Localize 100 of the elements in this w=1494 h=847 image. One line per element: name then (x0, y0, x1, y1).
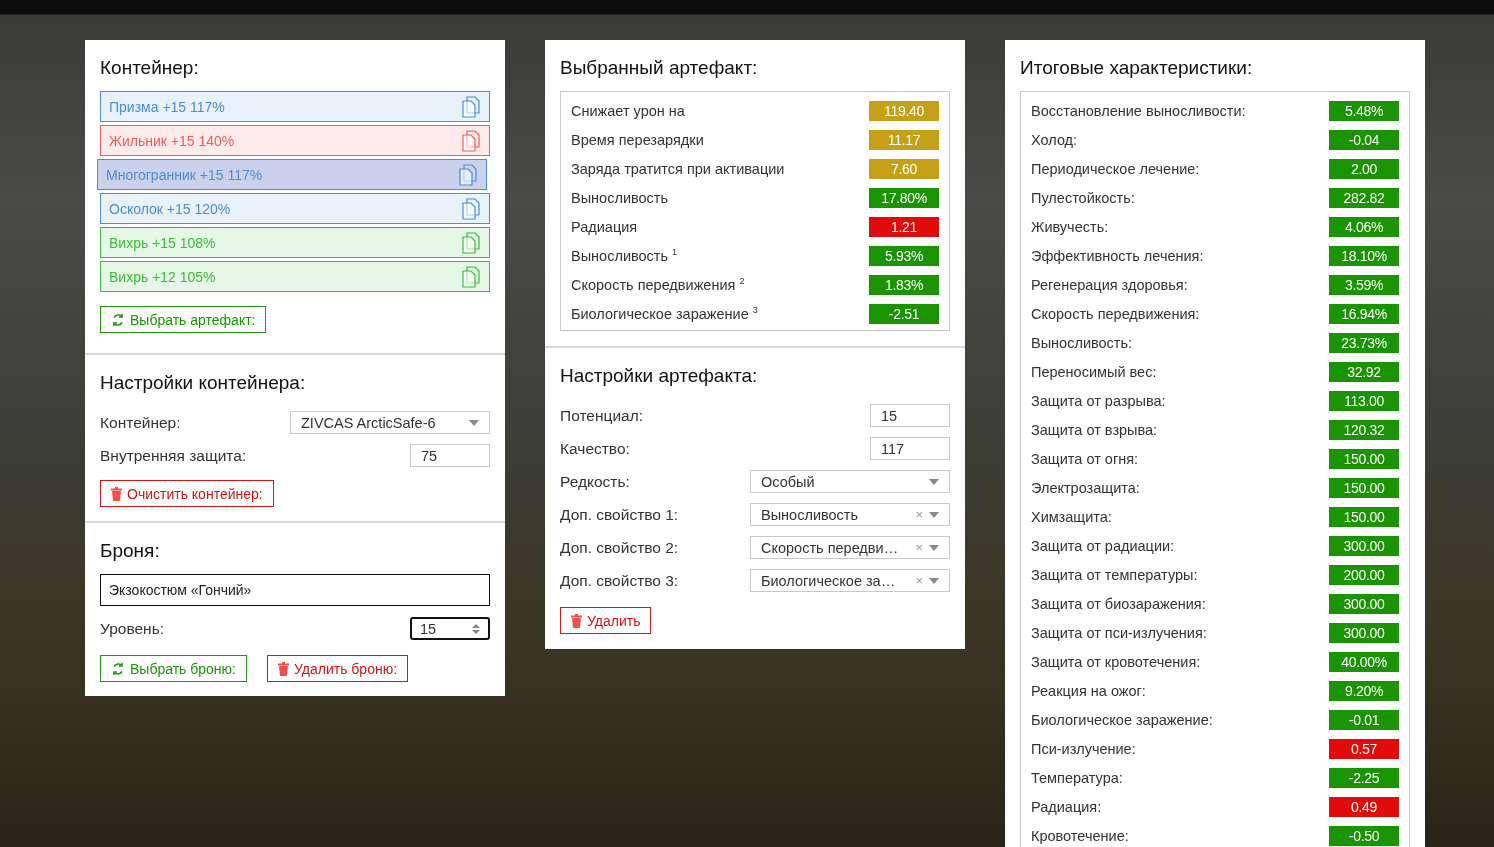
stat-value: 300.00 (1329, 535, 1399, 556)
refresh-icon (111, 661, 125, 676)
protection-input[interactable]: 75 (410, 444, 490, 467)
stat-label: Выносливость $^{1}$ (571, 247, 678, 264)
armor-field[interactable]: Экзокостюм «Гончий» (100, 574, 490, 606)
number-input[interactable]: 117 (870, 437, 950, 460)
dropdown-caret-icon (929, 478, 939, 485)
stat-label: Время перезарядки (571, 131, 704, 148)
stat-label: Защита от пси-излучения: (1031, 624, 1207, 641)
spinner-icon[interactable] (472, 622, 480, 635)
copy-icon[interactable] (461, 129, 481, 152)
stat-value: 282.82 (1329, 187, 1399, 208)
field-label: Внутренняя защита: (100, 446, 247, 465)
copy-icon[interactable] (461, 231, 481, 254)
stat-label: Защита от огня: (1031, 450, 1139, 467)
artifact-item[interactable]: Призма +15 117% (100, 91, 490, 122)
clear-container-button[interactable]: Очистить контейнер: (100, 480, 274, 507)
section-title: Итоговые характеристики: (1020, 57, 1254, 79)
stat-label: Снижает урон на (571, 102, 685, 119)
pick-armor-button[interactable]: Выбрать броню: (100, 655, 247, 682)
stat-label: Скорость передвижения $^{2}$ (571, 276, 745, 293)
refresh-icon (111, 312, 125, 327)
copy-icon[interactable] (461, 95, 481, 118)
field-label: Качество: (560, 439, 630, 458)
stat-label: Защита от температуры: (1031, 566, 1198, 583)
stat-label: Восстановление выносливости: (1031, 102, 1246, 119)
field-label: Потенциал: (560, 406, 644, 425)
stat-value: 150.00 (1329, 477, 1399, 498)
stat-value: 300.00 (1329, 593, 1399, 614)
stat-label: Переносимый вес: (1031, 363, 1157, 380)
stat-label: Пси-излучение: (1031, 740, 1136, 757)
stat-label: Защита от радиации: (1031, 537, 1175, 554)
stat-value: 150.00 (1329, 448, 1399, 469)
field-label: Доп. свойство 1: (560, 505, 679, 524)
stat-value: 2.00 (1329, 158, 1399, 179)
copy-icon[interactable] (461, 197, 481, 220)
stat-value: 300.00 (1329, 622, 1399, 643)
level-input[interactable]: 15 (410, 617, 490, 640)
stat-value: 23.73% (1329, 332, 1399, 353)
field-label: Контейнер: (100, 413, 181, 432)
dropdown-select[interactable]: Биологическое за… × (750, 569, 950, 592)
stat-label: Температура: (1031, 769, 1123, 786)
stat-label: Защита от биозаражения: (1031, 595, 1206, 612)
dropdown-select[interactable]: Скорость передви… × (750, 536, 950, 559)
stat-value: 4.06% (1329, 216, 1399, 237)
trash-icon (278, 661, 289, 676)
number-input[interactable]: 15 (870, 404, 950, 427)
stat-label: Кровотечение: (1031, 827, 1129, 844)
section-title: Контейнер: (100, 57, 200, 79)
stat-label: Регенерация здоровья: (1031, 276, 1188, 293)
stat-value: 119.40 (869, 100, 939, 121)
stat-value: 5.93% (869, 245, 939, 266)
stat-label: Выносливость: (1031, 334, 1133, 351)
stat-label: Радиация (571, 218, 638, 235)
field-label: Уровень: (100, 619, 164, 638)
delete-button[interactable]: Удалить (560, 607, 652, 634)
artifact-label: Осколок +15 120% (109, 200, 231, 217)
copy-icon[interactable] (461, 265, 481, 288)
stat-label: Живучесть: (1031, 218, 1109, 235)
stat-value: 0.49 (1329, 796, 1399, 817)
artifact-label: Многогранник +15 117% (106, 166, 263, 183)
section-title: Выбранный артефакт: (560, 57, 759, 79)
stat-label: Химзащита: (1031, 508, 1112, 525)
stat-value: 40.00% (1329, 651, 1399, 672)
field-label: Доп. свойство 3: (560, 571, 679, 590)
delete-armor-button[interactable]: Удалить броню: (267, 655, 409, 682)
dropdown-select[interactable]: Особый (750, 470, 950, 493)
artifact-item[interactable]: Жильник +15 140% (100, 125, 490, 156)
stat-label: Защита от взрыва: (1031, 421, 1158, 438)
stat-value: -0.04 (1329, 129, 1399, 150)
stat-label: Защита от разрыва: (1031, 392, 1166, 409)
stat-value: 0.57 (1329, 738, 1399, 759)
pick-artifact-button[interactable]: Выбрать артефакт: (100, 306, 267, 333)
stat-value: 17.80% (869, 187, 939, 208)
stat-label: Скорость передвижения: (1031, 305, 1200, 322)
artifact-item[interactable]: Осколок +15 120% (100, 193, 490, 224)
stat-value: 150.00 (1329, 506, 1399, 527)
stat-label: Реакция на ожог: (1031, 682, 1146, 699)
stat-value: -2.51 (869, 303, 939, 324)
stat-value: 1.83% (869, 274, 939, 295)
clear-icon[interactable]: × (915, 540, 923, 555)
dropdown-caret-icon (469, 419, 479, 426)
stat-label: Биологическое заражение $^{3}$ (571, 305, 758, 322)
stat-label: Биологическое заражение: (1031, 711, 1213, 728)
stat-value: 7.60 (869, 158, 939, 179)
dropdown-select[interactable]: Выносливость × (750, 503, 950, 526)
stat-label: Холод: (1031, 131, 1078, 148)
artifact-label: Жильник +15 140% (109, 132, 235, 149)
clear-icon[interactable]: × (915, 573, 923, 588)
stat-value: 32.92 (1329, 361, 1399, 382)
section-title: Броня: (100, 540, 161, 562)
stat-value: 9.20% (1329, 680, 1399, 701)
section-title: Настройки контейнера: (100, 372, 307, 394)
stat-value: 16.94% (1329, 303, 1399, 324)
stat-value: 5.48% (1329, 100, 1399, 121)
copy-icon[interactable] (458, 163, 478, 186)
clear-icon[interactable]: × (915, 507, 923, 522)
container-select[interactable]: ZIVCAS ArcticSafe-6 (290, 411, 490, 434)
artifact-label: Вихрь +12 105% (109, 268, 216, 285)
section-title: Настройки артефакта: (560, 365, 759, 387)
